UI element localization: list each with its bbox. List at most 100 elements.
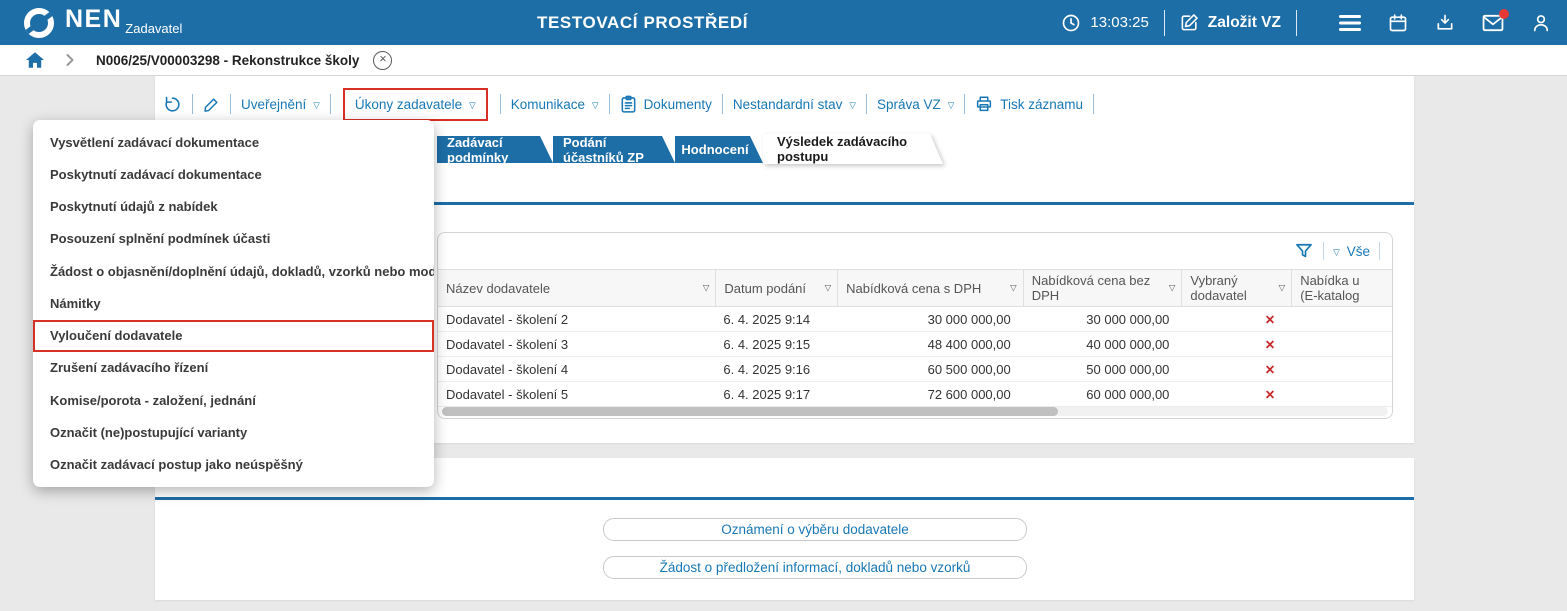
close-record-icon[interactable]: ✕ xyxy=(373,51,392,70)
breadcrumb: N006/25/V00003298 - Rekonstrukce školy ✕ xyxy=(0,45,1567,76)
column-header-nabidka-ekatalog[interactable]: Nabídka u (E-katalog xyxy=(1291,270,1392,306)
toolbar-separator xyxy=(722,94,723,114)
menu-item-namitky[interactable]: Námitky xyxy=(33,287,434,319)
price-with-vat: 48 400 000,00 xyxy=(837,337,1023,352)
sort-icon: ▽ xyxy=(1279,281,1286,296)
table-header-row: Název dodavatele ▽ Datum podání ▽ Nabídk… xyxy=(438,269,1392,307)
header-separator xyxy=(1296,10,1297,36)
toolbar-item-dokumenty[interactable]: Dokumenty xyxy=(620,95,712,114)
filter-all-dropdown[interactable]: ▽ Vše xyxy=(1333,244,1370,259)
chevron-right-icon xyxy=(64,53,76,67)
toolbar-separator xyxy=(964,94,965,114)
table-row[interactable]: Dodavatel - školení 5 6. 4. 2025 9:17 72… xyxy=(438,382,1392,407)
tab-podani-ucastniku-zp[interactable]: Podání účastníků ZP xyxy=(553,136,675,163)
toolbar-separator xyxy=(866,94,867,114)
column-header-nazev-dodavatele[interactable]: Název dodavatele ▽ xyxy=(438,270,715,306)
chevron-down-icon: ▽ xyxy=(313,100,320,111)
filter-separator xyxy=(1379,242,1380,260)
nen-logo-icon xyxy=(22,6,56,40)
not-selected-icon: ✕ xyxy=(1265,338,1275,352)
sort-icon: ▽ xyxy=(703,281,710,296)
printer-icon xyxy=(975,95,993,113)
toolbar-item-tisk-zaznamu[interactable]: Tisk záznamu xyxy=(975,95,1083,113)
sort-icon: ▽ xyxy=(825,281,832,296)
not-selected-icon: ✕ xyxy=(1265,388,1275,402)
chevron-down-icon: ▽ xyxy=(948,100,955,111)
column-header-cena-bez-dph[interactable]: Nabídková cena bez DPH ▽ xyxy=(1023,270,1182,306)
scrollbar-thumb[interactable] xyxy=(442,407,1058,416)
menu-item-oznacit-varianty[interactable]: Označit (ne)postupující varianty xyxy=(33,416,434,448)
price-with-vat: 72 600 000,00 xyxy=(837,387,1023,402)
results-table: ▽ Vše Název dodavatele ▽ Datum podání ▽ … xyxy=(437,232,1393,419)
mail-icon[interactable] xyxy=(1482,14,1504,32)
logo-subtitle: Zadavatel xyxy=(125,21,182,36)
menu-item-posouzeni-splneni-podminek[interactable]: Posouzení splnění podmínek účasti xyxy=(33,223,434,255)
toolbar-separator xyxy=(330,94,331,114)
submission-date: 6. 4. 2025 9:17 xyxy=(715,387,837,402)
toolbar-item-sprava-vz[interactable]: Správa VZ ▽ xyxy=(877,97,954,112)
toolbar-separator xyxy=(230,94,231,114)
submission-date: 6. 4. 2025 9:14 xyxy=(715,312,837,327)
tab-bar: Zadávací podmínky Podání účastníků ZP Ho… xyxy=(437,134,943,164)
screen: NEN Zadavatel TESTOVACÍ PROSTŘEDÍ 13:03:… xyxy=(0,0,1567,611)
history-icon[interactable] xyxy=(163,95,182,114)
table-row[interactable]: Dodavatel - školení 2 6. 4. 2025 9:14 30… xyxy=(438,307,1392,332)
column-header-cena-s-dph[interactable]: Nabídková cena s DPH ▽ xyxy=(837,270,1023,306)
current-time: 13:03:25 xyxy=(1090,14,1148,31)
breadcrumb-record-label: N006/25/V00003298 - Rekonstrukce školy xyxy=(96,53,359,68)
chevron-down-icon: ▽ xyxy=(1333,247,1340,258)
create-vz-label: Založit VZ xyxy=(1208,14,1281,32)
nen-logo[interactable]: NEN Zadavatel xyxy=(22,4,182,40)
column-header-datum-podani[interactable]: Datum podání ▽ xyxy=(715,270,837,306)
supplier-name: Dodavatel - školení 5 xyxy=(438,387,715,402)
toolbar-item-ukony-zadavatele[interactable]: Úkony zadavatele ▽ xyxy=(343,88,488,121)
horizontal-scrollbar[interactable] xyxy=(442,407,1388,416)
menu-item-zruseni-zadavaciho-rizeni[interactable]: Zrušení zadávacího řízení xyxy=(33,352,434,384)
submission-date: 6. 4. 2025 9:15 xyxy=(715,337,837,352)
toolbar-separator xyxy=(1093,94,1094,114)
filter-separator xyxy=(1323,242,1324,260)
menu-item-zadost-o-objasneni[interactable]: Žádost o objasnění/doplnění údajů, dokla… xyxy=(33,255,434,287)
chevron-down-icon: ▽ xyxy=(469,100,476,111)
menu-icon[interactable] xyxy=(1339,15,1361,31)
calendar-icon[interactable] xyxy=(1388,13,1408,33)
oznameni-o-vyberu-button[interactable]: Oznámení o výběru dodavatele xyxy=(603,518,1027,541)
price-without-vat: 30 000 000,00 xyxy=(1023,312,1182,327)
header-actions: 13:03:25 Založit VZ xyxy=(1061,0,1567,45)
section-divider xyxy=(155,497,1414,500)
supplier-name: Dodavatel - školení 2 xyxy=(438,312,715,327)
submission-date: 6. 4. 2025 9:16 xyxy=(715,362,837,377)
table-row[interactable]: Dodavatel - školení 3 6. 4. 2025 9:15 48… xyxy=(438,332,1392,357)
menu-item-poskytnuti-zadavaci-dokumentace[interactable]: Poskytnutí zadávací dokumentace xyxy=(33,158,434,190)
top-header-bar: NEN Zadavatel TESTOVACÍ PROSTŘEDÍ 13:03:… xyxy=(0,0,1567,45)
tab-hodnoceni[interactable]: Hodnocení xyxy=(675,136,763,163)
table-filter-row: ▽ Vše xyxy=(438,233,1392,269)
menu-item-oznacit-neuspesny[interactable]: Označit zadávací postup jako neúspěšný xyxy=(33,449,434,481)
edit-icon xyxy=(1180,13,1199,32)
download-icon[interactable] xyxy=(1435,13,1455,33)
create-vz-button[interactable]: Založit VZ xyxy=(1180,13,1281,32)
filter-icon[interactable] xyxy=(1294,241,1314,261)
environment-title: TESTOVACÍ PROSTŘEDÍ xyxy=(537,13,748,33)
menu-item-komise-porota[interactable]: Komise/porota - založení, jednání xyxy=(33,384,434,416)
column-header-vybrany-dodavatel[interactable]: Vybraný dodavatel ▽ xyxy=(1181,270,1291,306)
home-icon[interactable] xyxy=(25,51,45,69)
user-icon[interactable] xyxy=(1531,13,1551,33)
price-without-vat: 40 000 000,00 xyxy=(1023,337,1182,352)
tab-zadavaci-podminky[interactable]: Zadávací podmínky xyxy=(437,136,553,163)
edit-record-icon[interactable] xyxy=(203,96,220,113)
zadost-o-predlozeni-button[interactable]: Žádost o předložení informací, dokladů n… xyxy=(603,556,1027,579)
tab-vysledek-zadavaciho-postupu[interactable]: Výsledek zadávacího postupu xyxy=(763,134,943,164)
price-with-vat: 60 500 000,00 xyxy=(837,362,1023,377)
document-icon xyxy=(620,95,637,114)
clock-icon xyxy=(1061,13,1081,33)
menu-item-poskytnuti-udaju-z-nabidek[interactable]: Poskytnutí údajů z nabídek xyxy=(33,191,434,223)
toolbar-item-uverejneni[interactable]: Uveřejnění ▽ xyxy=(241,97,320,112)
sort-icon: ▽ xyxy=(1169,281,1176,296)
toolbar-separator xyxy=(609,94,610,114)
menu-item-vysvetleni-zadavaci-dokumentace[interactable]: Vysvětlení zadávací dokumentace xyxy=(33,126,434,158)
toolbar-item-nestandardni-stav[interactable]: Nestandardní stav ▽ xyxy=(733,97,856,112)
toolbar-item-komunikace[interactable]: Komunikace ▽ xyxy=(511,97,599,112)
table-row[interactable]: Dodavatel - školení 4 6. 4. 2025 9:16 60… xyxy=(438,357,1392,382)
menu-item-vylouceni-dodavatele[interactable]: Vyloučení dodavatele xyxy=(33,320,434,352)
